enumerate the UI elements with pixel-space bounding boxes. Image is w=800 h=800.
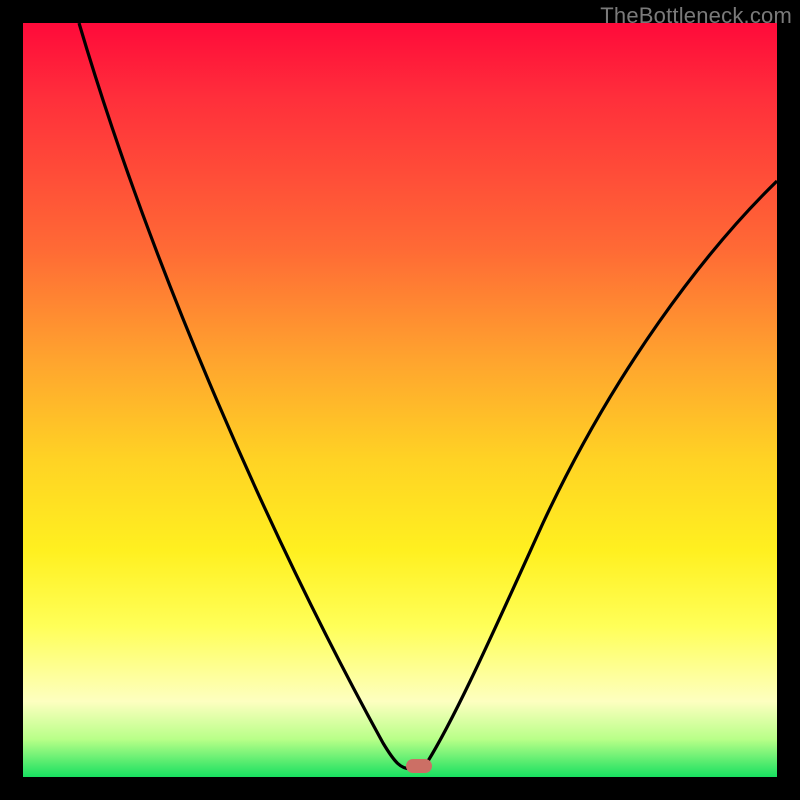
bottleneck-curve (23, 23, 777, 777)
curve-left-branch (79, 23, 423, 769)
curve-right-branch (423, 181, 777, 769)
watermark-text: TheBottleneck.com (600, 3, 792, 29)
plot-area (23, 23, 777, 777)
optimal-marker (406, 759, 432, 773)
chart-stage: TheBottleneck.com (0, 0, 800, 800)
